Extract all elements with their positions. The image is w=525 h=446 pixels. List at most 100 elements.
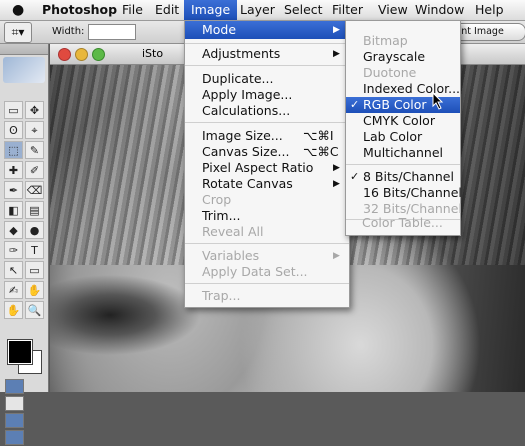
mode-label: Mode [202,22,237,37]
menu-separator [185,122,349,123]
notes-tool-icon[interactable]: ✍ [4,281,23,299]
cursor-arrow-icon [432,92,444,110]
hand-tool-icon[interactable]: ✋ [4,301,23,319]
image-menu-dropdown: Mode ▶ Adjustments ▶ Duplicate... Apply … [184,20,350,308]
menu-item-variables: Variables ▶ [185,248,349,264]
eraser-tool-icon[interactable]: ◧ [4,201,23,219]
menu-item-cmyk-color[interactable]: CMYK Color [346,113,460,129]
tool-grid: ▭ ✥ ʘ ⌖ ⬚ ✎ ✚ ✐ ✒ ⌫ ◧ ▤ ◆ ● ✑ T ↖ ▭ ✍ ✋ … [3,100,45,320]
menu-separator [346,164,460,165]
menu-item-reveal-all: Reveal All [185,224,349,240]
checkmark-icon: ✓ [350,98,360,111]
menu-item-8-bits[interactable]: ✓ 8 Bits/Channel [346,169,460,185]
menu-item-color-table: Color Table... [345,215,459,231]
crop-tool-icon[interactable]: ⬚ [4,141,23,159]
canvas-size-label: Canvas Size... [202,144,290,159]
apple-menu-icon[interactable]: ● [12,2,24,18]
document-title: iSto [142,47,164,60]
eyedropper-tool-icon[interactable]: ✋ [25,281,44,299]
photoshop-logo[interactable] [3,57,45,83]
menu-select[interactable]: Select [284,0,323,20]
lasso-tool-icon[interactable]: ʘ [4,121,23,139]
menu-edit[interactable]: Edit [155,0,179,20]
width-label: Width: [52,26,85,37]
reveal-all-label: Reveal All [202,224,264,239]
menu-help[interactable]: Help [475,0,504,20]
menu-image[interactable]: Image [184,0,238,20]
foreground-color-swatch[interactable] [7,339,33,365]
screen-mode-icon[interactable] [5,413,24,428]
width-field[interactable] [88,24,136,40]
submenu-arrow-icon: ▶ [333,25,340,35]
full-screen-mode-icon[interactable] [5,430,24,445]
cmyk-label: CMYK Color [363,113,435,128]
menu-item-adjustments[interactable]: Adjustments ▶ [185,46,349,62]
shape-tool-icon[interactable]: ▭ [25,261,44,279]
close-icon[interactable] [58,48,71,61]
crop-tool-preset-icon[interactable]: ⌗▾ [4,22,32,43]
menu-item-apply-image[interactable]: Apply Image... [185,87,349,103]
menu-item-canvas-size[interactable]: Canvas Size... ⌥⌘C [185,144,349,160]
move-tool-icon[interactable]: ✥ [25,101,44,119]
healing-brush-tool-icon[interactable]: ✚ [4,161,23,179]
menu-item-apply-data-set: Apply Data Set... [185,264,349,280]
submenu-arrow-icon: ▶ [333,251,340,261]
menu-separator [185,283,349,284]
pen-tool-icon[interactable]: ✑ [4,241,23,259]
clone-stamp-tool-icon[interactable]: ✒ [4,181,23,199]
calculations-label: Calculations... [202,103,291,118]
duotone-label: Duotone [363,65,417,80]
menu-item-duplicate[interactable]: Duplicate... [185,71,349,87]
path-selection-tool-icon[interactable]: ↖ [4,261,23,279]
menu-separator [185,65,349,66]
magic-wand-tool-icon[interactable]: ⌖ [25,121,44,139]
history-brush-tool-icon[interactable]: ⌫ [25,181,44,199]
menu-layer[interactable]: Layer [240,0,275,20]
slice-tool-icon[interactable]: ✎ [25,141,44,159]
menu-item-crop: Crop [185,192,349,208]
trap-label: Trap... [202,288,241,303]
submenu-arrow-icon: ▶ [333,179,340,189]
menu-item-trim[interactable]: Trim... [185,208,349,224]
menu-item-calculations[interactable]: Calculations... [185,103,349,119]
menu-separator [185,43,349,44]
menu-separator [185,243,349,244]
menu-item-bitmap: Bitmap [346,33,460,49]
menu-photoshop[interactable]: Photoshop [42,0,117,20]
menu-item-pixel-aspect-ratio[interactable]: Pixel Aspect Ratio ▶ [185,160,349,176]
marquee-tool-icon[interactable]: ▭ [4,101,23,119]
zoom-icon[interactable] [92,48,105,61]
menu-item-trap: Trap... [185,288,349,304]
bits16-label: 16 Bits/Channel [363,185,462,200]
gradient-tool-icon[interactable]: ▤ [25,201,44,219]
color-table-label: Color Table... [362,215,443,230]
type-tool-icon[interactable]: T [25,241,44,259]
menu-item-multichannel[interactable]: Multichannel [346,145,460,161]
menu-file[interactable]: File [122,0,143,20]
indexed-label: Indexed Color... [363,81,461,96]
bitmap-label: Bitmap [363,33,408,48]
menu-bar: ● Photoshop File Edit Image Layer Select… [0,0,525,21]
menu-item-grayscale[interactable]: Grayscale [346,49,460,65]
pixel-aspect-label: Pixel Aspect Ratio [202,160,314,175]
menu-item-16-bits[interactable]: 16 Bits/Channel [346,185,462,201]
dodge-tool-icon[interactable]: ● [25,221,44,239]
quick-mask-mode-icon[interactable] [5,396,24,411]
toolbox-grip[interactable] [0,44,48,55]
mode-buttons [4,378,44,446]
menu-window[interactable]: Window [415,0,464,20]
apply-data-set-label: Apply Data Set... [202,264,308,279]
menu-item-lab-color[interactable]: Lab Color [346,129,460,145]
minimize-icon[interactable] [75,48,88,61]
blur-tool-icon[interactable]: ◆ [4,221,23,239]
zoom-tool-icon[interactable]: 🔍 [25,301,44,319]
menu-item-mode[interactable]: Mode ▶ [185,21,349,39]
lab-label: Lab Color [363,129,423,144]
toolbox: ▭ ✥ ʘ ⌖ ⬚ ✎ ✚ ✐ ✒ ⌫ ◧ ▤ ◆ ● ✑ T ↖ ▭ ✍ ✋ … [0,44,49,445]
bits8-label: 8 Bits/Channel [363,169,454,184]
menu-view[interactable]: View [378,0,408,20]
menu-item-rotate-canvas[interactable]: Rotate Canvas ▶ [185,176,349,192]
brush-tool-icon[interactable]: ✐ [25,161,44,179]
menu-filter[interactable]: Filter [332,0,363,20]
menu-item-image-size[interactable]: Image Size... ⌥⌘I [185,128,349,144]
